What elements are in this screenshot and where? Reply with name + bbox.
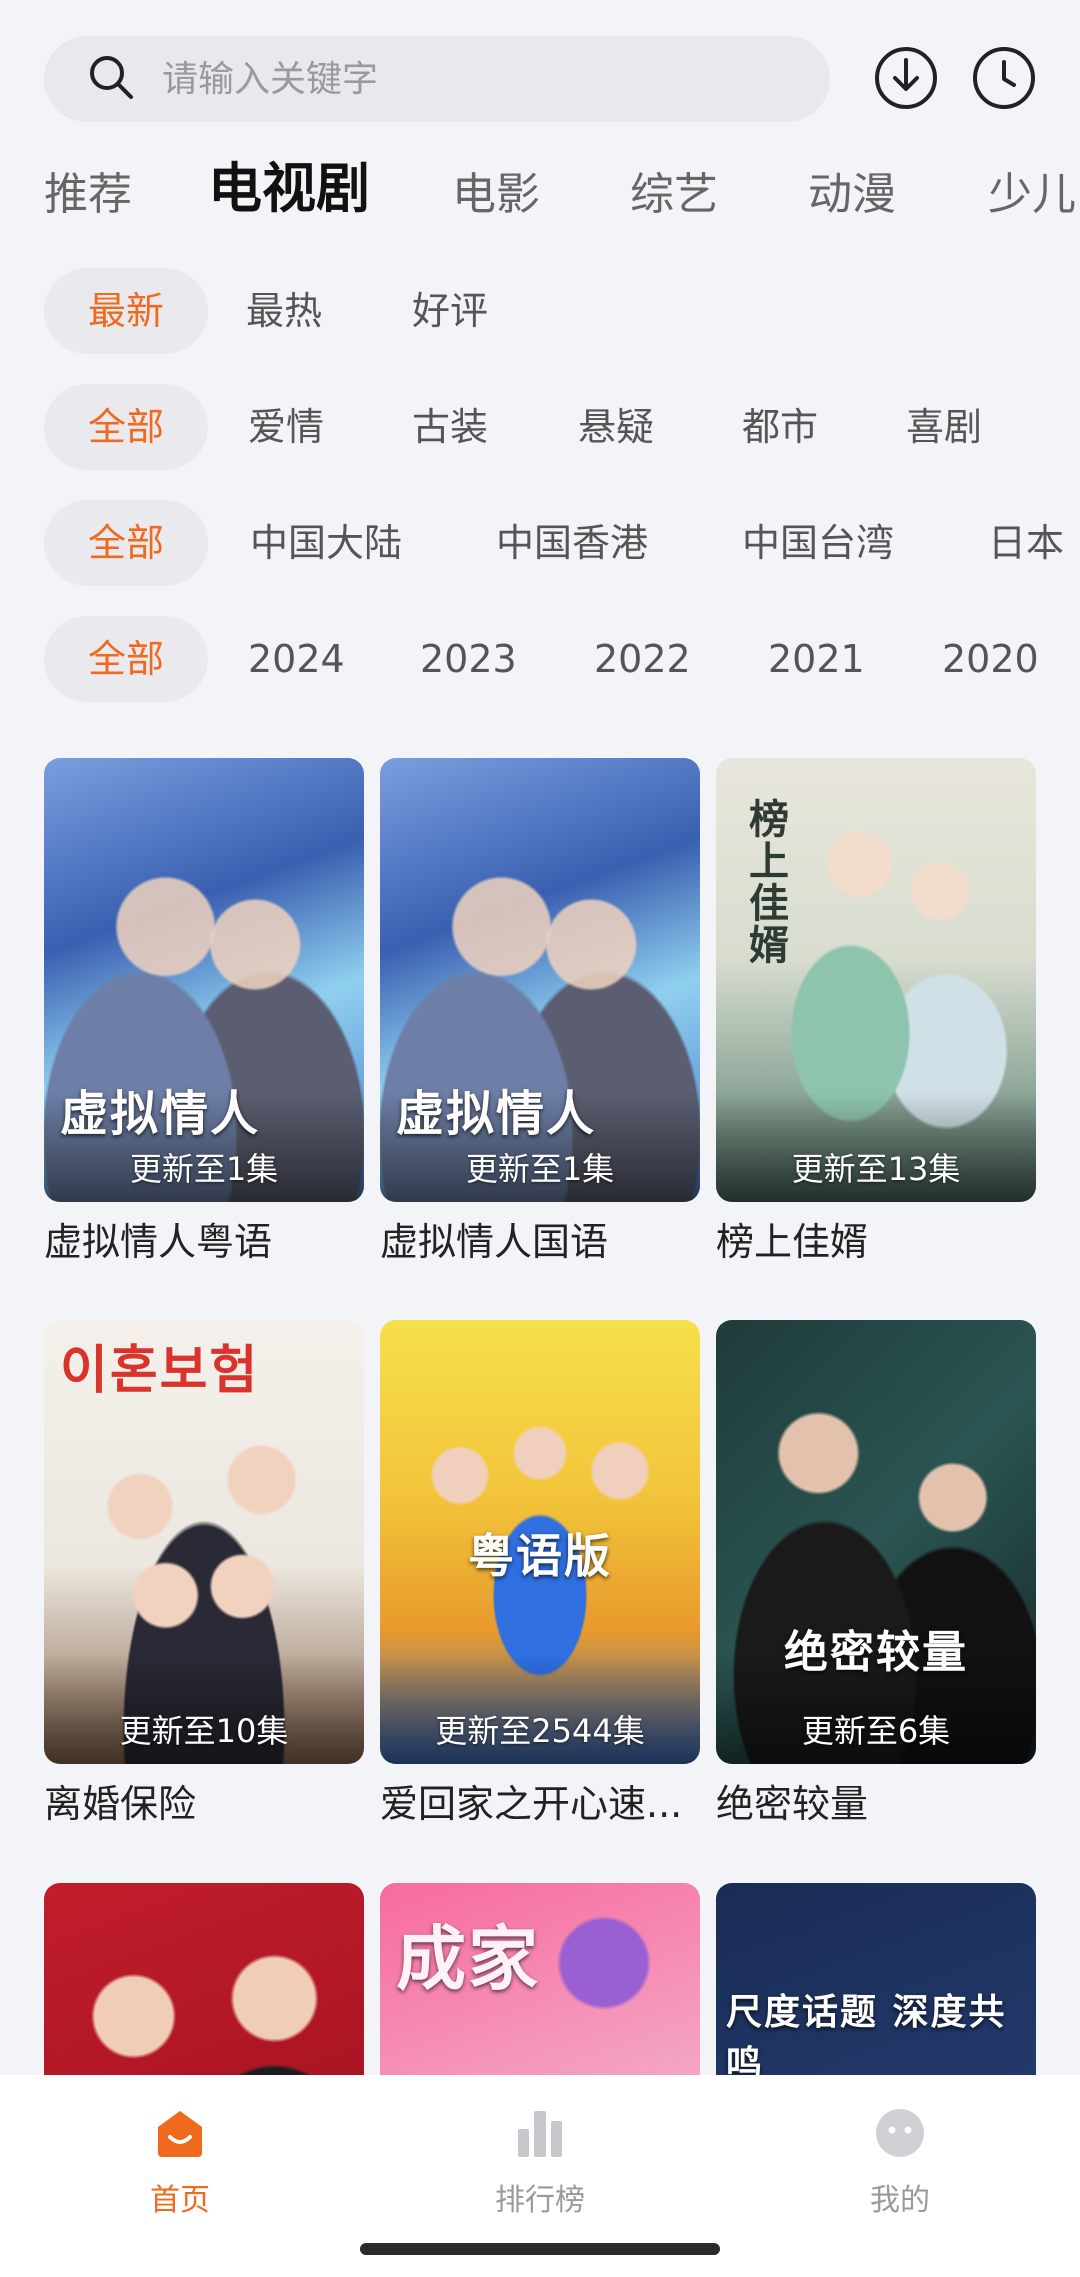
nav-ranking[interactable]: 排行榜 [440, 2105, 640, 2219]
filter-sort-rating[interactable]: 好评 [412, 268, 488, 354]
poster-title: 粤语版 [468, 1529, 612, 1583]
genre-filter-row: 全部 爱情 古装 悬疑 都市 喜剧 [0, 384, 1080, 474]
poster-image: 粤语版 更新至2544集 [380, 1320, 700, 1764]
card-title: 离婚保险 [44, 1782, 197, 1826]
poster-title: 이혼보험 [60, 1341, 260, 1401]
filter-year-2021[interactable]: 2021 [768, 616, 865, 702]
poster-title: 尺度话题 深度共鸣 [726, 1992, 1007, 2085]
poster-image: 榜上佳婿 更新至13集 [716, 758, 1036, 1202]
drama-card[interactable]: 이혼보험 更新至10集 离婚保险 [44, 1320, 364, 1832]
filter-genre-mystery[interactable]: 悬疑 [578, 384, 654, 470]
filter-year-2022[interactable]: 2022 [594, 616, 691, 702]
search-bar[interactable] [44, 36, 830, 122]
filter-region-hongkong[interactable]: 中国香港 [496, 500, 648, 586]
region-filter-row: 全部 中国大陆 中国香港 中国台湾 日本 [0, 500, 1080, 590]
episode-badge: 更新至13集 [791, 1150, 961, 1188]
poster-title: 绝密较量 [784, 1627, 968, 1678]
filter-year-2020[interactable]: 2020 [942, 616, 1039, 702]
filter-sort-latest[interactable]: 最新 [44, 268, 208, 354]
nav-label: 排行榜 [495, 2183, 585, 2218]
filter-region-japan[interactable]: 日本 [988, 500, 1064, 586]
filter-genre-comedy[interactable]: 喜剧 [906, 384, 982, 470]
filter-genre-romance[interactable]: 爱情 [248, 384, 324, 470]
card-title: 爱回家之开心速... [380, 1782, 683, 1826]
episode-badge: 更新至10集 [119, 1712, 289, 1750]
filter-genre-all[interactable]: 全部 [44, 384, 208, 470]
card-title: 榜上佳婿 [716, 1220, 869, 1264]
home-icon [80, 2105, 280, 2161]
search-input[interactable] [162, 49, 782, 109]
home-indicator [360, 2243, 720, 2255]
profile-icon [800, 2105, 1000, 2161]
filter-year-2024[interactable]: 2024 [248, 616, 345, 702]
category-tabs: 推荐 电视剧 电影 综艺 动漫 少儿 [0, 150, 1080, 250]
filter-region-mainland[interactable]: 中国大陆 [250, 500, 402, 586]
tab-recommend[interactable]: 推荐 [44, 160, 132, 230]
episode-badge: 更新至6集 [801, 1712, 951, 1750]
drama-card[interactable]: 虚拟情人 更新至1集 虚拟情人国语 [380, 758, 700, 1270]
tab-kids[interactable]: 少儿 [988, 160, 1076, 230]
drama-card[interactable]: 榜上佳婿 更新至13集 榜上佳婿 [716, 758, 1036, 1270]
filter-region-all[interactable]: 全部 [44, 500, 208, 586]
filter-region-taiwan[interactable]: 中国台湾 [742, 500, 894, 586]
nav-label: 我的 [870, 2183, 930, 2218]
poster-image: 虚拟情人 更新至1集 [380, 758, 700, 1202]
card-title: 虚拟情人粤语 [44, 1220, 273, 1264]
year-filter-row: 全部 2024 2023 2022 2021 2020 [0, 616, 1080, 706]
poster-image: 이혼보험 更新至10集 [44, 1320, 364, 1764]
tab-variety[interactable]: 综艺 [630, 160, 718, 230]
nav-label: 首页 [150, 2183, 210, 2218]
tab-tv-series[interactable]: 电视剧 [208, 154, 370, 224]
search-icon [86, 52, 136, 106]
drama-card[interactable]: 绝密较量 更新至6集 绝密较量 [716, 1320, 1036, 1832]
nav-profile[interactable]: 我的 [800, 2105, 1000, 2219]
top-bar [0, 0, 1080, 150]
drama-card[interactable]: 虚拟情人 更新至1集 虚拟情人粤语 [44, 758, 364, 1270]
ranking-bar-icon [440, 2105, 640, 2161]
filter-genre-urban[interactable]: 都市 [742, 384, 818, 470]
episode-badge: 更新至2544集 [435, 1712, 645, 1750]
filter-sort-hot[interactable]: 最热 [246, 268, 322, 354]
card-title: 虚拟情人国语 [380, 1220, 609, 1264]
drama-card[interactable]: 粤语版 更新至2544集 爱回家之开心速... [380, 1320, 700, 1832]
filter-genre-costume[interactable]: 古装 [412, 384, 488, 470]
download-icon[interactable] [872, 44, 940, 112]
history-clock-icon[interactable] [970, 44, 1038, 112]
filter-year-2023[interactable]: 2023 [420, 616, 517, 702]
poster-title: 榜上佳婿 [742, 798, 788, 966]
poster-title: 成家 [396, 1918, 540, 2000]
sort-filter-row: 最新 最热 好评 [0, 268, 1080, 358]
poster-image: 虚拟情人 更新至1集 [44, 758, 364, 1202]
episode-badge: 更新至1集 [465, 1150, 615, 1188]
nav-home[interactable]: 首页 [80, 2105, 280, 2219]
poster-image: 绝密较量 更新至6集 [716, 1320, 1036, 1764]
tab-movie[interactable]: 电影 [452, 160, 540, 230]
tab-anime[interactable]: 动漫 [808, 160, 896, 230]
poster-title: 虚拟情人 [60, 1086, 261, 1142]
filter-year-all[interactable]: 全部 [44, 616, 208, 702]
card-title: 绝密较量 [716, 1782, 869, 1826]
poster-title: 虚拟情人 [396, 1086, 597, 1142]
episode-badge: 更新至1集 [129, 1150, 279, 1188]
